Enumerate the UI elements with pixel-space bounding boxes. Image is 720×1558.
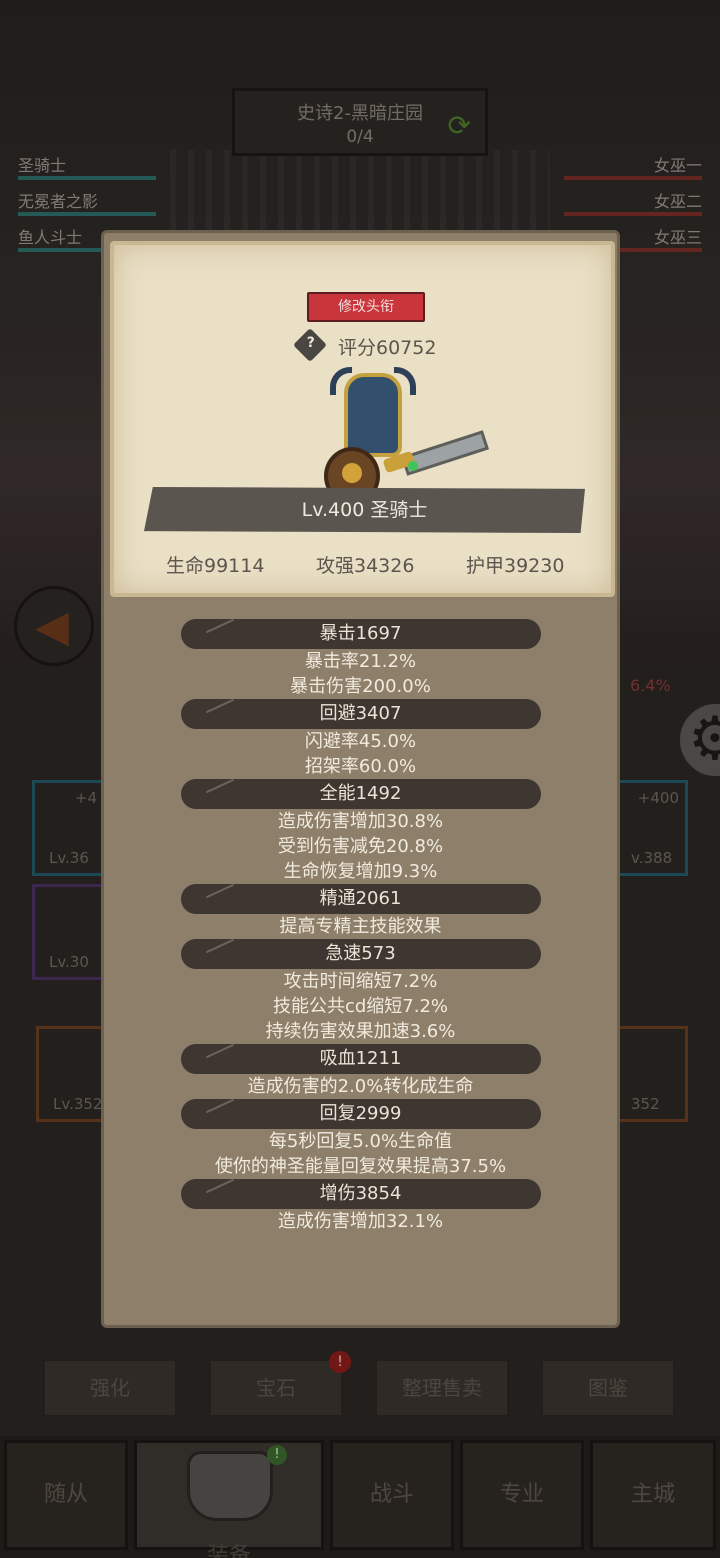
attribute-header: 精通2061 <box>180 884 541 914</box>
attribute-line: 暴击率21.2% <box>304 651 417 672</box>
hp-stat: 生命99114 <box>166 555 265 577</box>
attribute-header: 增伤3854 <box>180 1179 541 1209</box>
attribute-line: 每5秒回复5.0%生命值 <box>268 1131 453 1152</box>
rename-title-button[interactable]: 修改头衔 <box>307 292 425 322</box>
attribute-line: 造成伤害增加32.1% <box>277 1211 444 1232</box>
character-card: 修改头衔 ? 评分60752 Lv.400 圣骑士 生命99114 攻强3432… <box>110 241 615 597</box>
attribute-header: 回复2999 <box>180 1099 541 1129</box>
attribute-list: 暴击1697 暴击率21.2% 暴击伤害200.0% 回避3407 闪避率45.… <box>104 619 617 1234</box>
attribute-line: 造成伤害的2.0%转化成生命 <box>247 1076 474 1097</box>
attack-stat: 攻强34326 <box>316 555 415 577</box>
attribute-line: 提高专精主技能效果 <box>279 916 442 937</box>
attribute-line: 攻击时间缩短7.2% <box>283 971 438 992</box>
attribute-line: 闪避率45.0% <box>304 731 417 752</box>
core-stats: 生命99114 攻强34326 护甲39230 <box>114 551 611 581</box>
attribute-line: 技能公共cd缩短7.2% <box>272 996 449 1017</box>
attribute-header: 暴击1697 <box>180 619 541 649</box>
attribute-line: 造成伤害增加30.8% <box>277 811 444 832</box>
hero-name-banner: Lv.400 圣骑士 <box>144 487 585 533</box>
attribute-line: 招架率60.0% <box>304 756 417 777</box>
attribute-header: 吸血1211 <box>180 1044 541 1074</box>
attribute-line: 生命恢复增加9.3% <box>283 861 438 882</box>
armor-stat: 护甲39230 <box>466 555 565 577</box>
attribute-header: 急速573 <box>180 939 541 969</box>
attribute-line: 持续伤害效果加速3.6% <box>265 1021 456 1042</box>
attribute-line: 使你的神圣能量回复效果提高37.5% <box>214 1156 507 1177</box>
attribute-header: 全能1492 <box>180 779 541 809</box>
character-stats-dialog: 修改头衔 ? 评分60752 Lv.400 圣骑士 生命99114 攻强3432… <box>101 230 620 1328</box>
attribute-line: 暴击伤害200.0% <box>290 676 431 697</box>
attribute-line: 受到伤害减免20.8% <box>277 836 444 857</box>
score-value: 评分60752 <box>338 337 437 359</box>
attribute-header: 回避3407 <box>180 699 541 729</box>
help-icon[interactable]: ? <box>293 328 327 362</box>
